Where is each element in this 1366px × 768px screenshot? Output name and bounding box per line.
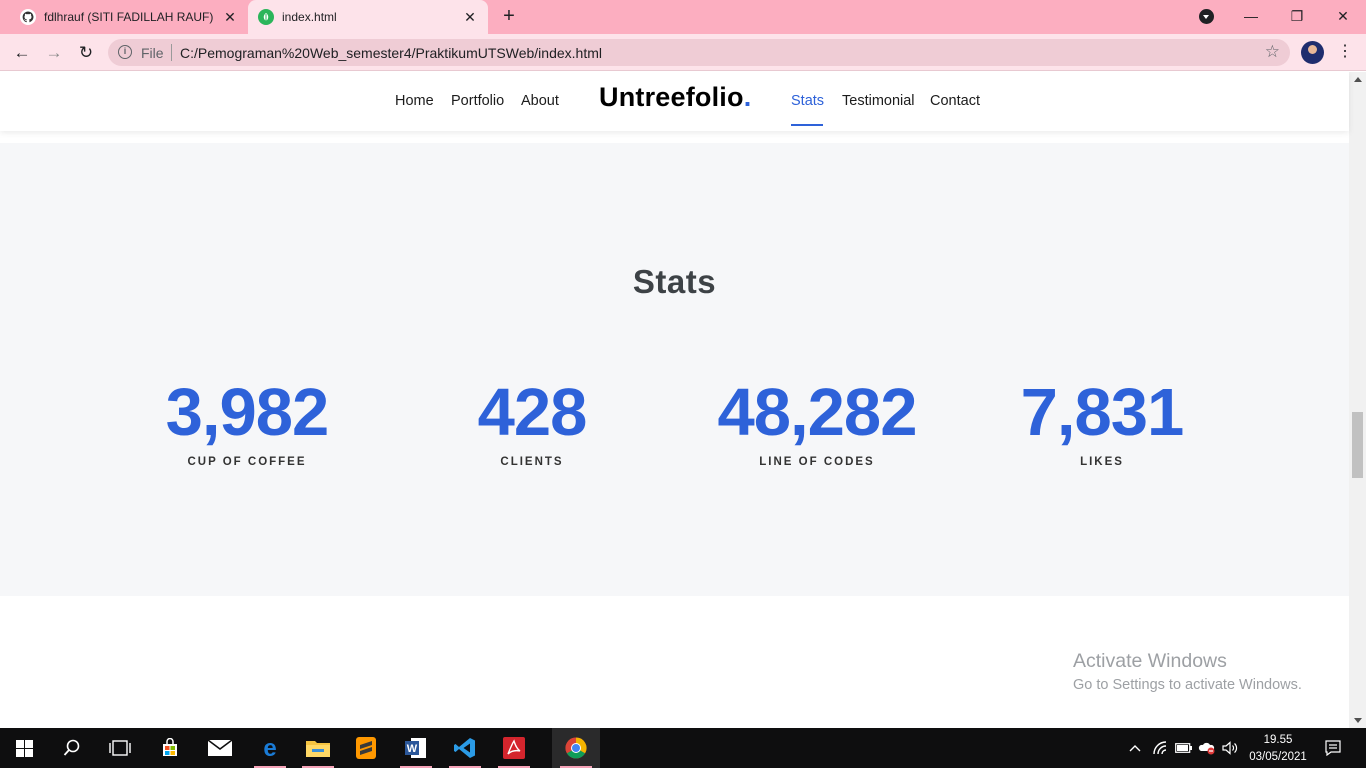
svg-text:W: W: [407, 743, 418, 755]
nav-contact[interactable]: Contact: [930, 93, 980, 109]
sublime-text-icon[interactable]: [342, 728, 390, 768]
minimize-button[interactable]: —: [1228, 0, 1274, 32]
word-icon[interactable]: W: [392, 728, 440, 768]
active-nav-indicator: [791, 124, 823, 126]
onedrive-status-icon[interactable]: [1197, 728, 1217, 768]
stat-label: LINE OF CODES: [759, 456, 875, 468]
nav-testimonial[interactable]: Testimonial: [842, 93, 915, 109]
taskbar-clock[interactable]: 19.55 03/05/2021: [1238, 732, 1318, 766]
svg-text:e: e: [263, 737, 276, 759]
stat-likes: 7,831 LIKES: [972, 373, 1232, 468]
back-button[interactable]: ←: [10, 41, 34, 65]
clock-time: 19.55: [1263, 734, 1293, 746]
brand-text: Untreefolio: [599, 82, 744, 112]
activate-windows-watermark: Activate Windows Go to Settings to activ…: [1073, 650, 1302, 693]
mail-icon[interactable]: [196, 728, 244, 768]
new-tab-button[interactable]: +: [498, 5, 520, 27]
windows-taskbar: e W 19.55 03/05/2021: [0, 728, 1366, 768]
scroll-down-arrow-icon[interactable]: [1354, 718, 1362, 723]
browser-menu-icon[interactable]: ⋮: [1337, 42, 1353, 62]
stat-value: 428: [477, 375, 588, 450]
task-view-icon[interactable]: [96, 728, 144, 768]
stat-label: CLIENTS: [500, 456, 564, 468]
browser-toolbar: ← → ↻ i File C:/Pemograman%20Web_semeste…: [0, 34, 1366, 71]
site-navbar: Home Portfolio About Untreefolio. Stats …: [0, 72, 1349, 131]
close-window-button[interactable]: ✕: [1320, 0, 1366, 32]
stat-label: CUP OF COFFEE: [187, 456, 307, 468]
clock-date: 03/05/2021: [1249, 751, 1307, 763]
stat-value: 3,982: [165, 375, 330, 450]
close-tab-icon[interactable]: ✕: [462, 9, 478, 25]
watermark-subtitle: Go to Settings to activate Windows.: [1073, 677, 1302, 693]
stat-clients: 428 CLIENTS: [402, 373, 662, 468]
section-title: Stats: [632, 263, 717, 300]
brand-logo[interactable]: Untreefolio.: [599, 82, 751, 113]
page-scrollbar[interactable]: [1349, 72, 1366, 728]
divider: [171, 44, 172, 61]
nav-stats[interactable]: Stats: [791, 93, 824, 109]
github-icon: [20, 9, 36, 25]
stat-value: 48,282: [717, 375, 918, 450]
nav-home[interactable]: Home: [395, 93, 434, 109]
scroll-up-arrow-icon[interactable]: [1354, 77, 1362, 82]
profile-avatar[interactable]: [1301, 41, 1324, 64]
stats-section: Stats 3,982 CUP OF COFFEE 428 CLIENTS 48…: [0, 143, 1349, 596]
info-icon[interactable]: i: [118, 45, 132, 59]
notifications-icon[interactable]: [1318, 728, 1348, 768]
watermark-title: Activate Windows: [1073, 650, 1227, 672]
forward-button[interactable]: →: [42, 41, 66, 65]
tab-github[interactable]: fdlhrauf (SITI FADILLAH RAUF) ✕: [20, 0, 248, 34]
battery-icon[interactable]: [1174, 728, 1194, 768]
url-text[interactable]: C:/Pemograman%20Web_semester4/PraktikumU…: [180, 45, 602, 61]
acrobat-icon[interactable]: [490, 728, 538, 768]
tab-title: index.html: [282, 10, 337, 24]
stat-coffee: 3,982 CUP OF COFFEE: [117, 373, 377, 468]
bookmark-star-icon[interactable]: ☆: [1265, 42, 1280, 62]
tab-index[interactable]: index.html ✕: [248, 0, 488, 34]
browser-tab-strip: fdlhrauf (SITI FADILLAH RAUF) ✕ index.ht…: [0, 0, 1366, 34]
close-tab-icon[interactable]: ✕: [222, 9, 238, 25]
file-explorer-icon[interactable]: [294, 728, 342, 768]
page-viewport: Home Portfolio About Untreefolio. Stats …: [0, 72, 1366, 728]
vscode-icon[interactable]: [441, 728, 489, 768]
nav-portfolio[interactable]: Portfolio: [451, 93, 504, 109]
stat-value: 7,831: [1020, 375, 1185, 450]
store-icon[interactable]: [146, 728, 194, 768]
leaf-icon: [258, 9, 274, 25]
scroll-thumb[interactable]: [1352, 412, 1363, 478]
volume-icon[interactable]: [1220, 728, 1240, 768]
scheme-label: File: [141, 45, 164, 61]
reload-button[interactable]: ↻: [74, 41, 98, 65]
brand-dot: .: [743, 82, 752, 112]
network-icon[interactable]: [1151, 728, 1171, 768]
stat-codes: 48,282 LINE OF CODES: [687, 373, 947, 468]
tab-title: fdlhrauf (SITI FADILLAH RAUF): [44, 10, 214, 24]
nav-about[interactable]: About: [521, 93, 559, 109]
address-bar[interactable]: i File C:/Pemograman%20Web_semester4/Pra…: [108, 39, 1290, 66]
edge-icon[interactable]: e: [246, 728, 294, 768]
restore-button[interactable]: ❐: [1274, 0, 1320, 32]
chevron-up-icon[interactable]: [1126, 728, 1144, 768]
tab-search-icon[interactable]: [1199, 9, 1214, 24]
stat-label: LIKES: [1080, 456, 1124, 468]
windows-start-icon[interactable]: [0, 728, 48, 768]
search-icon[interactable]: [48, 728, 96, 768]
chrome-icon[interactable]: [552, 728, 600, 768]
